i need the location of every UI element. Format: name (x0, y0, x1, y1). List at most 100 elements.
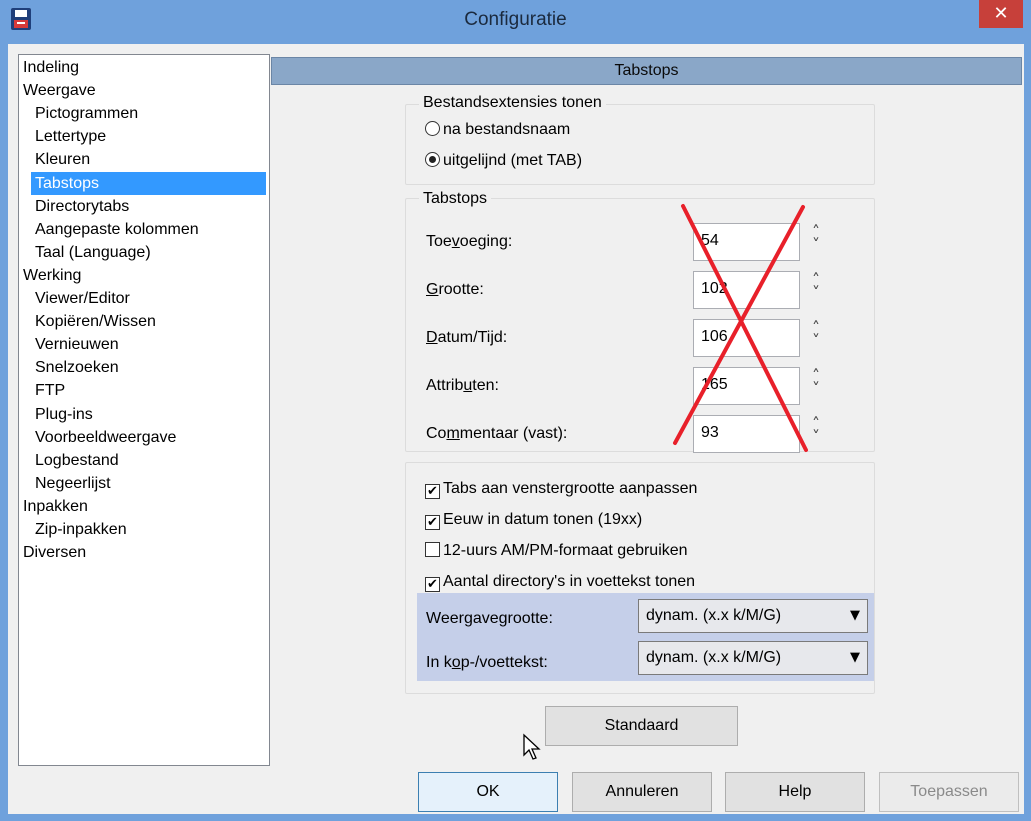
label-part: mentaar (vast): (459, 425, 568, 442)
tree-item[interactable]: Diversen (19, 541, 91, 564)
tabstop-input[interactable]: 93 (693, 415, 800, 453)
tree-item[interactable]: Inpakken (19, 495, 93, 518)
tabstop-input[interactable]: 165 (693, 367, 800, 405)
chevron-down-icon[interactable]: ˅ (809, 429, 823, 445)
checkmark-icon: ✔ (425, 515, 440, 530)
tree-item[interactable]: Directorytabs (31, 195, 134, 218)
chevron-down-icon[interactable]: ˅ (809, 285, 823, 301)
mouse-cursor-icon (523, 733, 541, 760)
tree-item[interactable]: Negeerlijst (31, 472, 116, 495)
tree-item[interactable]: Werking (19, 264, 86, 287)
tabstop-input[interactable]: 106 (693, 319, 800, 357)
checkbox-label: Tabs aan venstergrootte aanpassen (443, 480, 698, 497)
option-checkbox[interactable]: 12-uurs AM/PM-formaat gebruiken (425, 539, 688, 563)
label-part: rootte: (438, 281, 484, 298)
close-icon: ✕ (993, 3, 1009, 24)
tree-item[interactable]: Logbestand (31, 449, 124, 472)
spin-buttons[interactable]: ˄ ˅ (809, 416, 823, 453)
option-checkbox[interactable]: ✔ Tabs aan venstergrootte aanpassen (425, 477, 697, 501)
radio-button (425, 121, 440, 136)
tree-item[interactable]: Tabstops (31, 171, 266, 195)
tree-item[interactable]: Plug-ins (31, 403, 98, 426)
tree-item[interactable]: Lettertype (31, 125, 111, 148)
tree-item[interactable]: Indeling (19, 56, 84, 79)
chevron-down-icon: ▼ (850, 650, 860, 665)
label-part: p-/voettekst: (460, 654, 548, 671)
help-button[interactable]: Help (725, 772, 865, 812)
tabstop-label: Datum/Tijd: (426, 328, 507, 348)
label-part: o (451, 654, 461, 671)
tree-item[interactable]: Kleuren (31, 148, 95, 171)
select-value: dynam. (x.x k/M/G) (646, 649, 782, 666)
tree-item[interactable]: Zip-inpakken (31, 518, 132, 541)
label-part: In k (426, 654, 452, 671)
ok-button[interactable]: OK (418, 772, 558, 812)
tabstop-label: Attributen: (426, 376, 499, 396)
spin-buttons[interactable]: ˄ ˅ (809, 320, 823, 357)
chevron-down-icon: ▼ (850, 608, 860, 623)
tree-item[interactable]: Aangepaste kolommen (31, 218, 204, 241)
display-size-select[interactable]: dynam. (x.x k/M/G) ▼ (638, 599, 868, 633)
header-footer-select[interactable]: dynam. (x.x k/M/G) ▼ (638, 641, 868, 675)
label-part: D (426, 329, 438, 346)
label-part: G (426, 281, 439, 298)
chevron-down-icon[interactable]: ˅ (809, 333, 823, 349)
tree-item[interactable]: Vernieuwen (31, 333, 124, 356)
label-part: m (446, 425, 460, 442)
radio-button (425, 152, 440, 167)
tree-item[interactable]: Pictogrammen (31, 102, 143, 125)
option-checkbox[interactable]: ✔ Eeuw in datum tonen (19xx) (425, 508, 642, 532)
radio-label: uitgelijnd (met TAB) (443, 152, 583, 169)
spin-buttons[interactable]: ˄ ˅ (809, 272, 823, 309)
select-value: dynam. (x.x k/M/G) (646, 607, 782, 624)
close-button[interactable]: ✕ (979, 0, 1023, 28)
label-part: v (451, 233, 460, 250)
checkbox-box (425, 542, 440, 557)
label-part: ten: (472, 377, 499, 394)
spin-buttons[interactable]: ˄ ˅ (809, 368, 823, 405)
label-part: Co (426, 425, 447, 442)
title-bar[interactable]: Configuratie ✕ (0, 0, 1031, 44)
tree-item[interactable]: FTP (31, 379, 70, 402)
checkbox-label: Aantal directory's in voettekst tonen (443, 573, 696, 590)
tree-item[interactable]: Kopiëren/Wissen (31, 310, 161, 333)
spin-buttons[interactable]: ˄ ˅ (809, 224, 823, 261)
label-part: oeging: (459, 233, 513, 250)
radio-after-filename[interactable]: na bestandsnaam (425, 118, 570, 142)
tabstop-label: Grootte: (426, 280, 484, 300)
tree-item[interactable]: Voorbeeldweergave (31, 426, 181, 449)
apply-button[interactable]: Toepassen (879, 772, 1019, 812)
tree-item[interactable]: Viewer/Editor (31, 287, 135, 310)
label-part: u (463, 377, 473, 394)
label-part: atum/Tijd: (437, 329, 508, 346)
label-part: Toe (426, 233, 452, 250)
display-size-label: Weergavegrootte: (426, 610, 553, 627)
tabstop-label: Toevoeging: (426, 232, 512, 252)
radio-label: na bestandsnaam (443, 121, 571, 138)
chevron-down-icon[interactable]: ˅ (809, 381, 823, 397)
tree-item[interactable]: Snelzoeken (31, 356, 124, 379)
config-window: Configuratie ✕ Indeling Weergave Pictogram… (0, 0, 1031, 821)
tabstops-group-legend: Tabstops (419, 189, 492, 209)
header-footer-label: In kop-/voettekst: (426, 653, 548, 673)
chevron-down-icon[interactable]: ˅ (809, 237, 823, 253)
window-title: Configuratie (464, 9, 567, 30)
standard-button[interactable]: Standaard (545, 706, 738, 746)
page-title: Tabstops (271, 57, 1022, 85)
dialog-body: Indeling Weergave Pictogrammen Lettertype Kl… (8, 44, 1024, 814)
extensions-group-legend: Bestandsextensies tonen (419, 93, 606, 113)
option-checkbox[interactable]: ✔ Aantal directory's in voettekst tonen (425, 570, 695, 594)
tree-item[interactable]: Weergave (19, 79, 101, 102)
tabstop-input[interactable]: 102 (693, 271, 800, 309)
settings-tree[interactable]: Indeling Weergave Pictogrammen Lettertype Kl… (18, 54, 270, 766)
radio-aligned-tab[interactable]: uitgelijnd (met TAB) (425, 149, 582, 173)
cancel-button[interactable]: Annuleren (572, 772, 712, 812)
tabstop-label: Commentaar (vast): (426, 424, 567, 444)
checkmark-icon: ✔ (425, 484, 440, 499)
tree-item[interactable]: Taal (Language) (31, 241, 156, 264)
tabstop-input[interactable]: 54 (693, 223, 800, 261)
label-part: Attrib (426, 377, 464, 394)
checkmark-icon: ✔ (425, 577, 440, 592)
checkbox-label: Eeuw in datum tonen (19xx) (443, 511, 643, 528)
checkbox-label: 12-uurs AM/PM-formaat gebruiken (443, 542, 688, 559)
